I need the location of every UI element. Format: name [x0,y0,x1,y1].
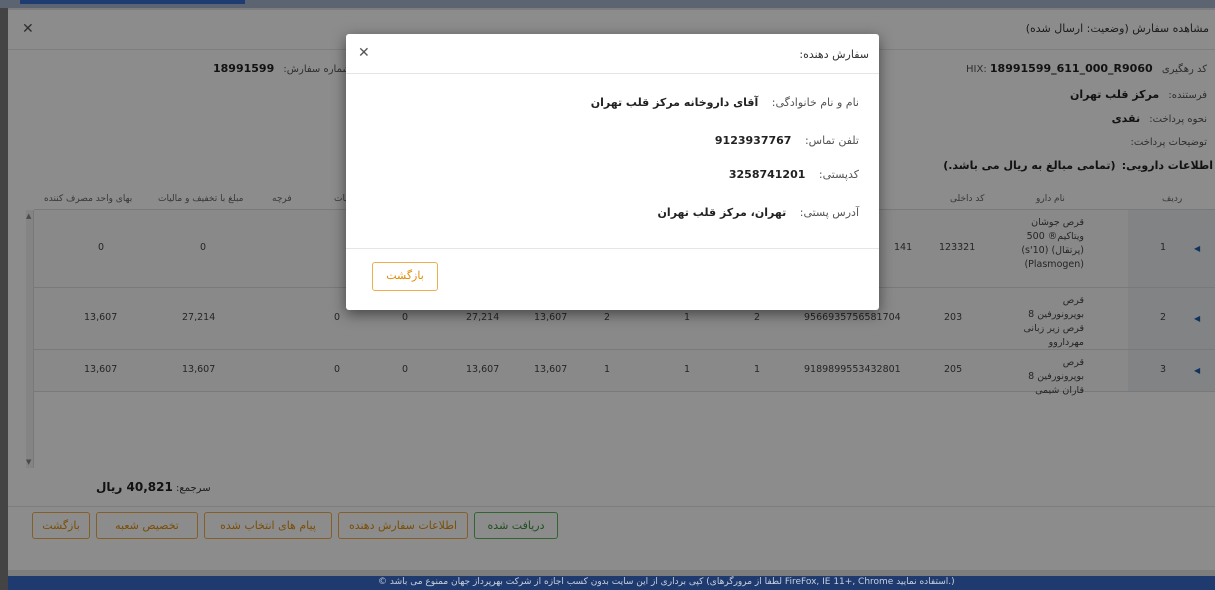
name-field: نام و نام خانوادگی: آقای داروخانه مرکز ق… [591,96,859,109]
postal-field: کدپستی: 3258741201 [729,168,859,181]
cell-value: 13,607 [84,312,118,323]
name-label: نام و نام خانوادگی: [771,96,859,109]
payment-desc-label: توضیحات پرداخت: [1130,137,1207,148]
sender-row: فرستنده: مرکز قلب تهران [1070,88,1207,101]
cell-drug-name: قرص جوشان ویتاکیم® 500 (پرتقال) (10's) (… [1021,217,1084,270]
scroll-down-icon[interactable]: ▼ [26,458,31,466]
popup-footer: بازگشت [346,248,879,310]
tracking-row: کد رهگیری HIX: 18991599_611_000_R9060 [966,62,1207,75]
col-franchise: فرچه [272,194,292,204]
row-select-cell [1128,350,1215,391]
address-field: آدرس پستی: تهران، مرکز قلب تهران [658,206,859,219]
cell-value: 27,214 [182,312,216,323]
popup-header: سفارش دهنده: ✕ [346,34,879,74]
close-icon[interactable]: ✕ [22,21,34,37]
cell-gtin: 9189899553432801 [804,364,901,375]
table-scrollbar[interactable]: ▲ ▼ [26,210,34,468]
expand-arrow-icon[interactable]: ◀ [1194,366,1200,375]
order-number-row: شماره سفارش: 18991599 [213,62,351,75]
left-edge [0,8,8,590]
cell-value: 1 [684,312,691,323]
drug-info-value: (تمامی مبالغ به ریال می باشد.) [943,159,1116,172]
cell-value: 1 [684,364,691,375]
sender-value: مرکز قلب تهران [1069,88,1160,101]
sender-label: فرستنده: [1168,90,1207,101]
row-select-cell [1128,210,1215,287]
drug-info-row: اطلاعات دارویی: (تمامی مبالغ به ریال می … [943,159,1213,172]
order-number-value: 18991599 [213,62,275,75]
action-bar: بازگشت تخصیص شعبه پیام های انتخاب شده اط… [8,506,1215,546]
cell-value: 0 [334,364,341,375]
name-value: آقای داروخانه مرکز قلب تهران [590,96,759,109]
selected-messages-button[interactable]: پیام های انتخاب شده [204,512,332,539]
address-value: تهران، مرکز قلب تهران [657,206,787,219]
expand-arrow-icon[interactable]: ◀ [1194,314,1200,323]
cell-row: 2 [1160,312,1167,323]
total-label: سرجمع: [176,483,211,494]
table-row[interactable]: ◀ 3 قرص بوپرونورفین 8 قاران شیمی 205 918… [34,350,1215,396]
top-strip-accent [20,0,245,4]
payment-label: نحوه پرداخت: [1149,114,1207,125]
postal-label: کدپستی: [818,168,859,181]
close-icon[interactable]: ✕ [358,45,370,61]
total-value: 40,821 ریال [96,480,173,494]
orderer-info-button[interactable]: اطلاعات سفارش دهنده [338,512,468,539]
cell-internal-code: 205 [944,364,963,375]
cell-value: 1 [604,364,611,375]
payment-value: نقدی [1111,112,1141,125]
assign-branch-button[interactable]: تخصیص شعبه [96,512,198,539]
phone-label: تلفن تماس: [804,134,859,147]
popup-title: سفارش دهنده: [799,48,869,61]
cell-gtin: 141 [894,242,913,253]
address-label: آدرس پستی: [799,206,859,219]
phone-value: 9123937767 [714,134,792,147]
scroll-up-icon[interactable]: ▲ [26,212,31,220]
cell-value: 2 [754,312,761,323]
col-drug-name: نام دارو [1036,194,1065,204]
dialog-title: مشاهده سفارش (وضعیت: ارسال شده) [1025,22,1209,35]
payment-row: نحوه پرداخت: نقدی [1112,112,1207,125]
cell-row: 1 [1160,242,1167,253]
payment-desc-row: توضیحات پرداخت: [1131,137,1207,148]
cell-value: 0 [402,364,409,375]
drug-info-label: اطلاعات دارویی: [1121,159,1213,172]
orderer-popup: سفارش دهنده: ✕ نام و نام خانوادگی: آقای … [346,34,879,310]
cell-value: 0 [200,242,207,253]
cell-internal-code: 203 [944,312,963,323]
col-row: ردیف [1162,194,1183,204]
cell-value: 13,607 [534,364,568,375]
cell-value: 13,607 [182,364,216,375]
back-button[interactable]: بازگشت [32,512,90,539]
tracking-value: 18991599_611_000_R9060 [989,62,1153,75]
popup-back-button[interactable]: بازگشت [372,262,438,291]
total-row: سرجمع: 40,821 ریال [88,480,211,494]
cell-value: 0 [402,312,409,323]
order-number-label: شماره سفارش: [283,64,351,75]
cell-drug-name: قرص بوپرونورفین 8 قرص زیر زبانی مهرداروو [1023,295,1084,348]
row-select-cell [1128,288,1215,349]
site-footer: © کپی برداری از این سایت بدون کسب اجازه … [8,576,1215,590]
received-button[interactable]: دریافت شده [474,512,558,539]
cell-row: 3 [1160,364,1167,375]
cell-gtin: 9566935756581704 [804,312,901,323]
cell-value: 1 [754,364,761,375]
top-strip [0,0,1215,8]
cell-value: 13,607 [534,312,568,323]
cell-internal-code: 123321 [939,242,976,253]
footer-copyright: © کپی برداری از این سایت بدون کسب اجازه … [378,577,955,587]
cell-value: 27,214 [466,312,500,323]
cell-drug-name: قرص بوپرونورفین 8 قاران شیمی [1028,357,1084,396]
cell-value: 2 [604,312,611,323]
col-discount-amount: مبلغ با تخفیف و مالیات [158,194,244,204]
col-unit-price: بهای واحد مصرف کننده [44,194,133,204]
expand-arrow-icon[interactable]: ◀ [1194,244,1200,253]
cell-value: 13,607 [466,364,500,375]
postal-value: 3258741201 [728,168,806,181]
cell-value: 0 [98,242,105,253]
cell-value: 13,607 [84,364,118,375]
phone-field: تلفن تماس: 9123937767 [715,134,859,147]
cell-value: 0 [334,312,341,323]
col-internal-code: کد داخلی [950,194,985,204]
